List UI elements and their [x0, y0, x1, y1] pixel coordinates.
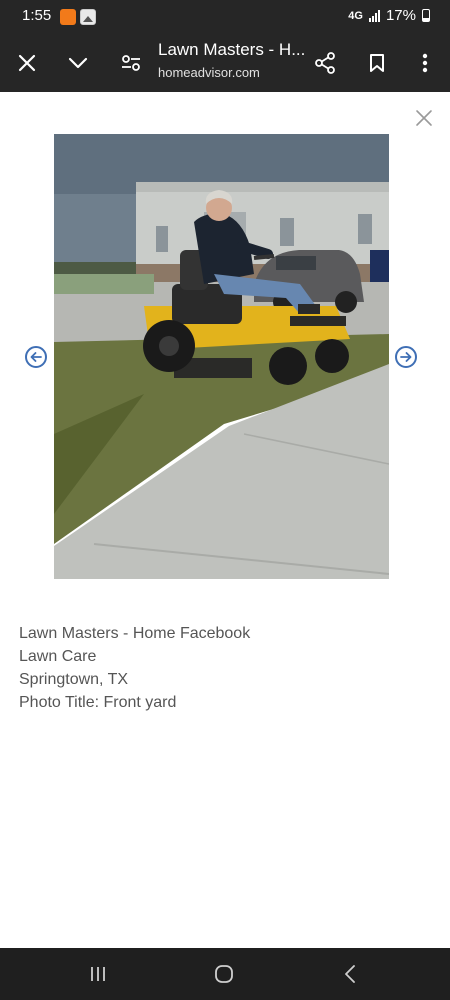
status-time: 1:55 [22, 7, 52, 24]
battery-percent: 17% [385, 7, 416, 24]
photo-title: Photo Title: Front yard [19, 694, 177, 711]
close-photo-button[interactable] [412, 106, 436, 130]
lawn-mower-photo [54, 134, 389, 579]
recent-apps-icon[interactable] [83, 962, 113, 986]
page-url: homeadvisor.com [158, 65, 260, 80]
bookmark-icon[interactable] [362, 48, 392, 78]
home-icon[interactable] [209, 962, 239, 986]
share-icon[interactable] [310, 48, 340, 78]
system-nav-bar [0, 948, 450, 1000]
chevron-down-icon[interactable] [63, 48, 93, 78]
battery-icon [422, 9, 430, 22]
signal-icon [368, 9, 380, 22]
photo-details: Lawn Masters - Home Facebook Lawn Care S… [19, 622, 250, 714]
notification-app-icon [60, 9, 76, 25]
previous-photo-icon[interactable] [25, 346, 47, 368]
gallery-notification-icon [80, 9, 96, 25]
site-settings-icon[interactable] [116, 48, 146, 78]
business-category: Lawn Care [19, 648, 97, 665]
status-bar: 1:55 4G 17% [0, 0, 450, 34]
business-name: Lawn Masters - Home Facebook [19, 625, 251, 642]
page-title: Lawn Masters - H... [158, 40, 306, 59]
browser-toolbar: Lawn Masters - H... homeadvisor.com [0, 34, 450, 92]
network-type: 4G [348, 9, 363, 22]
more-options-icon[interactable] [410, 48, 440, 78]
back-icon[interactable] [335, 962, 365, 986]
photo-viewer: Lawn Masters - Home Facebook Lawn Care S… [0, 92, 450, 948]
close-icon[interactable] [12, 48, 42, 78]
business-location: Springtown, TX [19, 671, 129, 688]
next-photo-icon[interactable] [395, 346, 417, 368]
